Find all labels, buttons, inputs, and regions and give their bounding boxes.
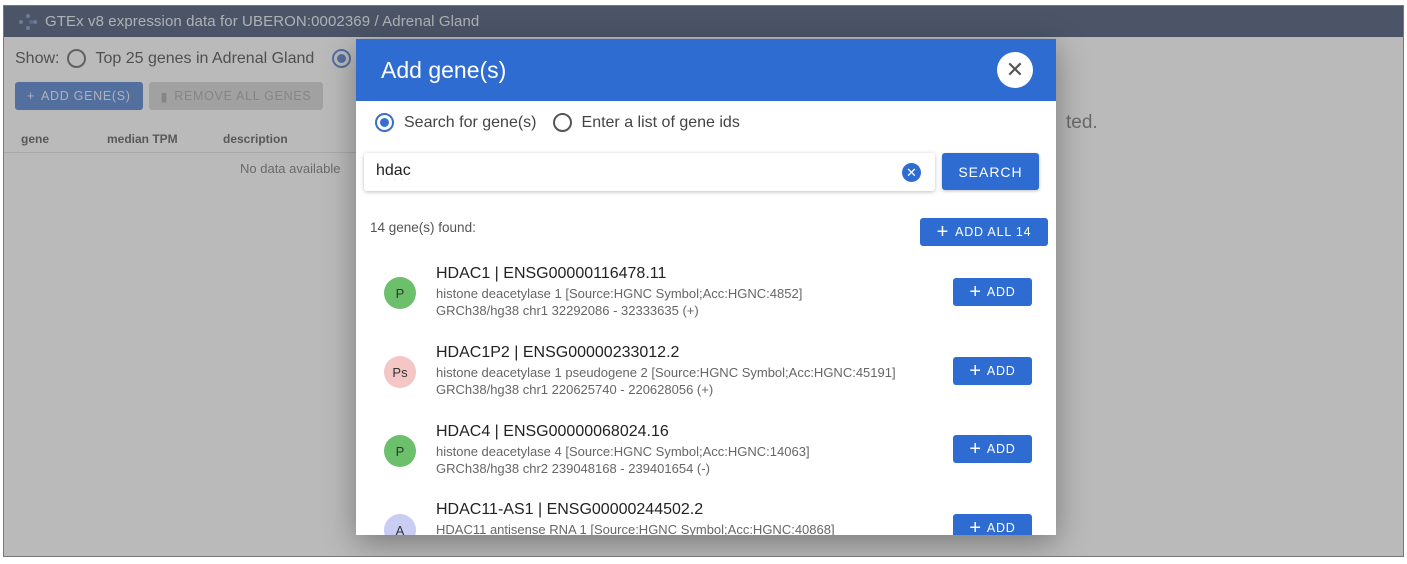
gene-type-badge: Ps	[384, 356, 416, 388]
search-mode-selector: Search for gene(s) Enter a list of gene …	[375, 113, 740, 132]
list-item: A HDAC11-AS1 | ENSG00000244502.2 HDAC11 …	[356, 501, 1056, 535]
list-item: Ps HDAC1P2 | ENSG00000233012.2 histone d…	[356, 344, 1056, 422]
gene-type-badge: P	[384, 277, 416, 309]
gene-description: histone deacetylase 1 [Source:HGNC Symbo…	[436, 286, 803, 301]
plus-icon: +	[969, 517, 982, 535]
gene-name: HDAC1 | ENSG00000116478.11	[436, 265, 667, 282]
plus-icon: +	[969, 360, 982, 382]
dialog-title: Add gene(s)	[381, 56, 507, 83]
list-item: P HDAC4 | ENSG00000068024.16 histone dea…	[356, 423, 1056, 501]
gene-name: HDAC4 | ENSG00000068024.16	[436, 423, 669, 440]
gene-description: histone deacetylase 4 [Source:HGNC Symbo…	[436, 444, 810, 459]
search-mode-label[interactable]: Search for gene(s)	[404, 114, 537, 132]
search-field: ✕	[364, 153, 935, 191]
close-icon[interactable]: ✕	[997, 52, 1033, 88]
gene-location: GRCh38/hg38 chr1 220625740 - 220628056 (…	[436, 382, 714, 397]
results-list: P HDAC1 | ENSG00000116478.11 histone dea…	[356, 259, 1056, 535]
add-gene-button[interactable]: + ADD	[953, 357, 1032, 385]
list-item: P HDAC1 | ENSG00000116478.11 histone dea…	[356, 265, 1056, 343]
gene-type-badge: P	[384, 435, 416, 467]
plus-icon: +	[969, 438, 982, 460]
gene-location: GRCh38/hg38 chr1 32292086 - 32333635 (+)	[436, 303, 699, 318]
gene-location: GRCh38/hg38 chr2 239048168 - 239401654 (…	[436, 461, 710, 476]
gene-description: histone deacetylase 1 pseudogene 2 [Sour…	[436, 365, 896, 380]
add-gene-button[interactable]: + ADD	[953, 435, 1032, 463]
add-genes-dialog: Add gene(s) ✕ Search for gene(s) Enter a…	[356, 39, 1056, 535]
list-mode-label[interactable]: Enter a list of gene ids	[582, 114, 740, 132]
plus-icon: +	[969, 281, 982, 303]
gene-name: HDAC11-AS1 | ENSG00000244502.2	[436, 501, 704, 518]
search-mode-radio[interactable]	[375, 113, 394, 132]
plus-icon: +	[936, 221, 950, 243]
add-all-button[interactable]: + ADD ALL 14	[920, 218, 1048, 246]
list-mode-radio[interactable]	[552, 113, 572, 132]
search-input[interactable]	[376, 162, 876, 180]
results-count: 14 gene(s) found:	[370, 220, 476, 235]
add-gene-button[interactable]: + ADD	[953, 278, 1032, 306]
gene-type-badge: A	[384, 514, 416, 535]
gene-name: HDAC1P2 | ENSG00000233012.2	[436, 344, 680, 361]
app-window: GTEx v8 expression data for UBERON:00023…	[3, 5, 1404, 557]
dialog-header: Add gene(s) ✕	[356, 39, 1056, 101]
add-gene-button[interactable]: + ADD	[953, 514, 1032, 535]
clear-icon[interactable]: ✕	[902, 163, 921, 182]
gene-description: HDAC11 antisense RNA 1 [Source:HGNC Symb…	[436, 522, 835, 535]
search-button[interactable]: SEARCH	[942, 153, 1039, 190]
